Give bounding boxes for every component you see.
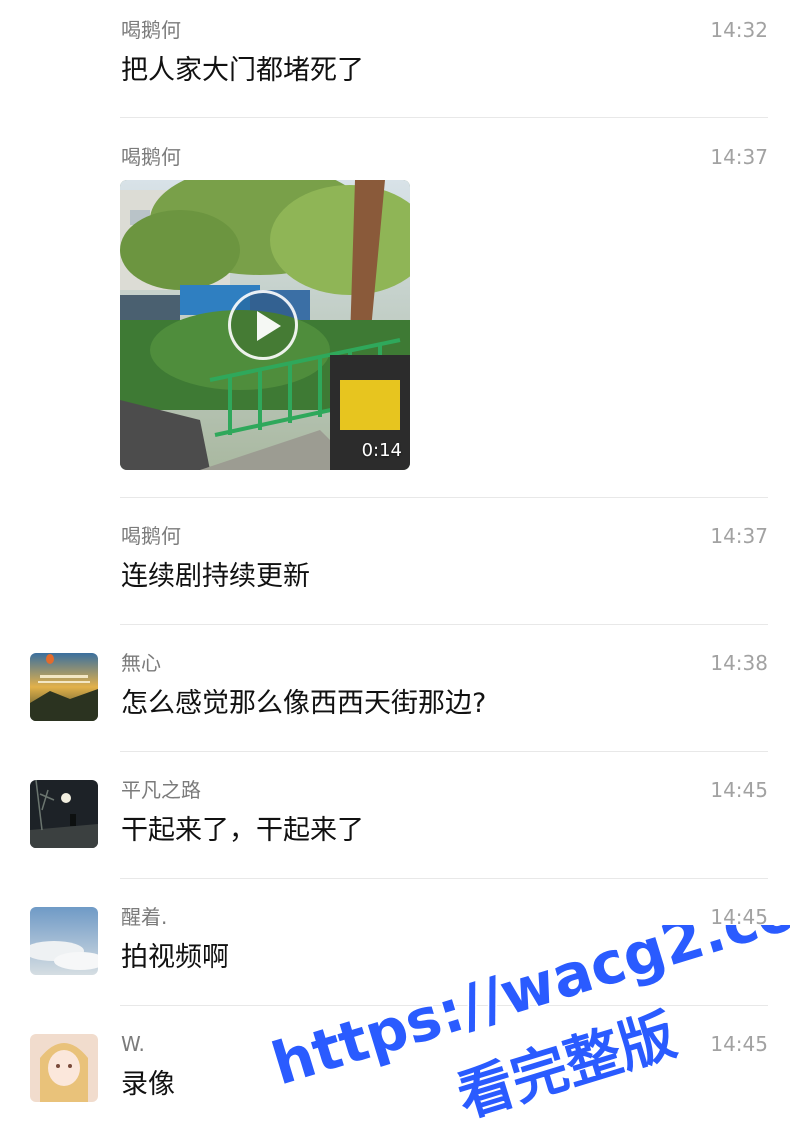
message-time: 14:37 [710, 524, 768, 548]
sender-name: 喝鹅何 [121, 524, 181, 548]
play-icon[interactable] [228, 290, 298, 360]
message-time: 14:37 [710, 145, 768, 169]
video-duration: 0:14 [361, 440, 402, 461]
message-time: 14:32 [710, 18, 768, 42]
message-text: 怎么感觉那么像西西天街那边? [121, 688, 487, 719]
message-time: 14:38 [710, 651, 768, 675]
message-text: 连续剧持续更新 [121, 561, 310, 592]
avatar[interactable] [30, 653, 98, 721]
chat-message[interactable]: 喝鹅何 14:37 0:14 [0, 118, 800, 498]
avatar[interactable] [30, 780, 98, 848]
sender-name: 無心 [121, 651, 161, 675]
sender-name: 喝鹅何 [121, 145, 181, 169]
video-thumbnail[interactable]: 0:14 [120, 180, 410, 470]
avatar-image [30, 780, 98, 848]
watermark: https://wacg2.com 看完整版 [263, 855, 800, 1124]
avatar-image [30, 907, 98, 975]
avatar-image [30, 1034, 98, 1102]
sender-name: 醒着. [121, 905, 168, 929]
avatar[interactable] [30, 1034, 98, 1102]
avatar-image [30, 653, 98, 721]
message-text: 录像 [121, 1069, 175, 1100]
avatar[interactable] [30, 907, 98, 975]
message-text: 把人家大门都堵死了 [121, 55, 364, 86]
sender-name: 平凡之路 [121, 778, 201, 802]
chat-message[interactable]: 無心 14:38 怎么感觉那么像西西天街那边? [0, 625, 800, 752]
chat-message[interactable]: 喝鹅何 14:32 把人家大门都堵死了 [0, 0, 800, 118]
chat-message[interactable]: 喝鹅何 14:37 连续剧持续更新 [0, 498, 800, 625]
sender-name: 喝鹅何 [121, 18, 181, 42]
sender-name: W. [121, 1032, 145, 1056]
chat-message[interactable]: 平凡之路 14:45 干起来了，干起来了 [0, 752, 800, 879]
message-time: 14:45 [710, 778, 768, 802]
message-text: 拍视频啊 [121, 942, 229, 973]
message-text: 干起来了，干起来了 [121, 815, 364, 846]
